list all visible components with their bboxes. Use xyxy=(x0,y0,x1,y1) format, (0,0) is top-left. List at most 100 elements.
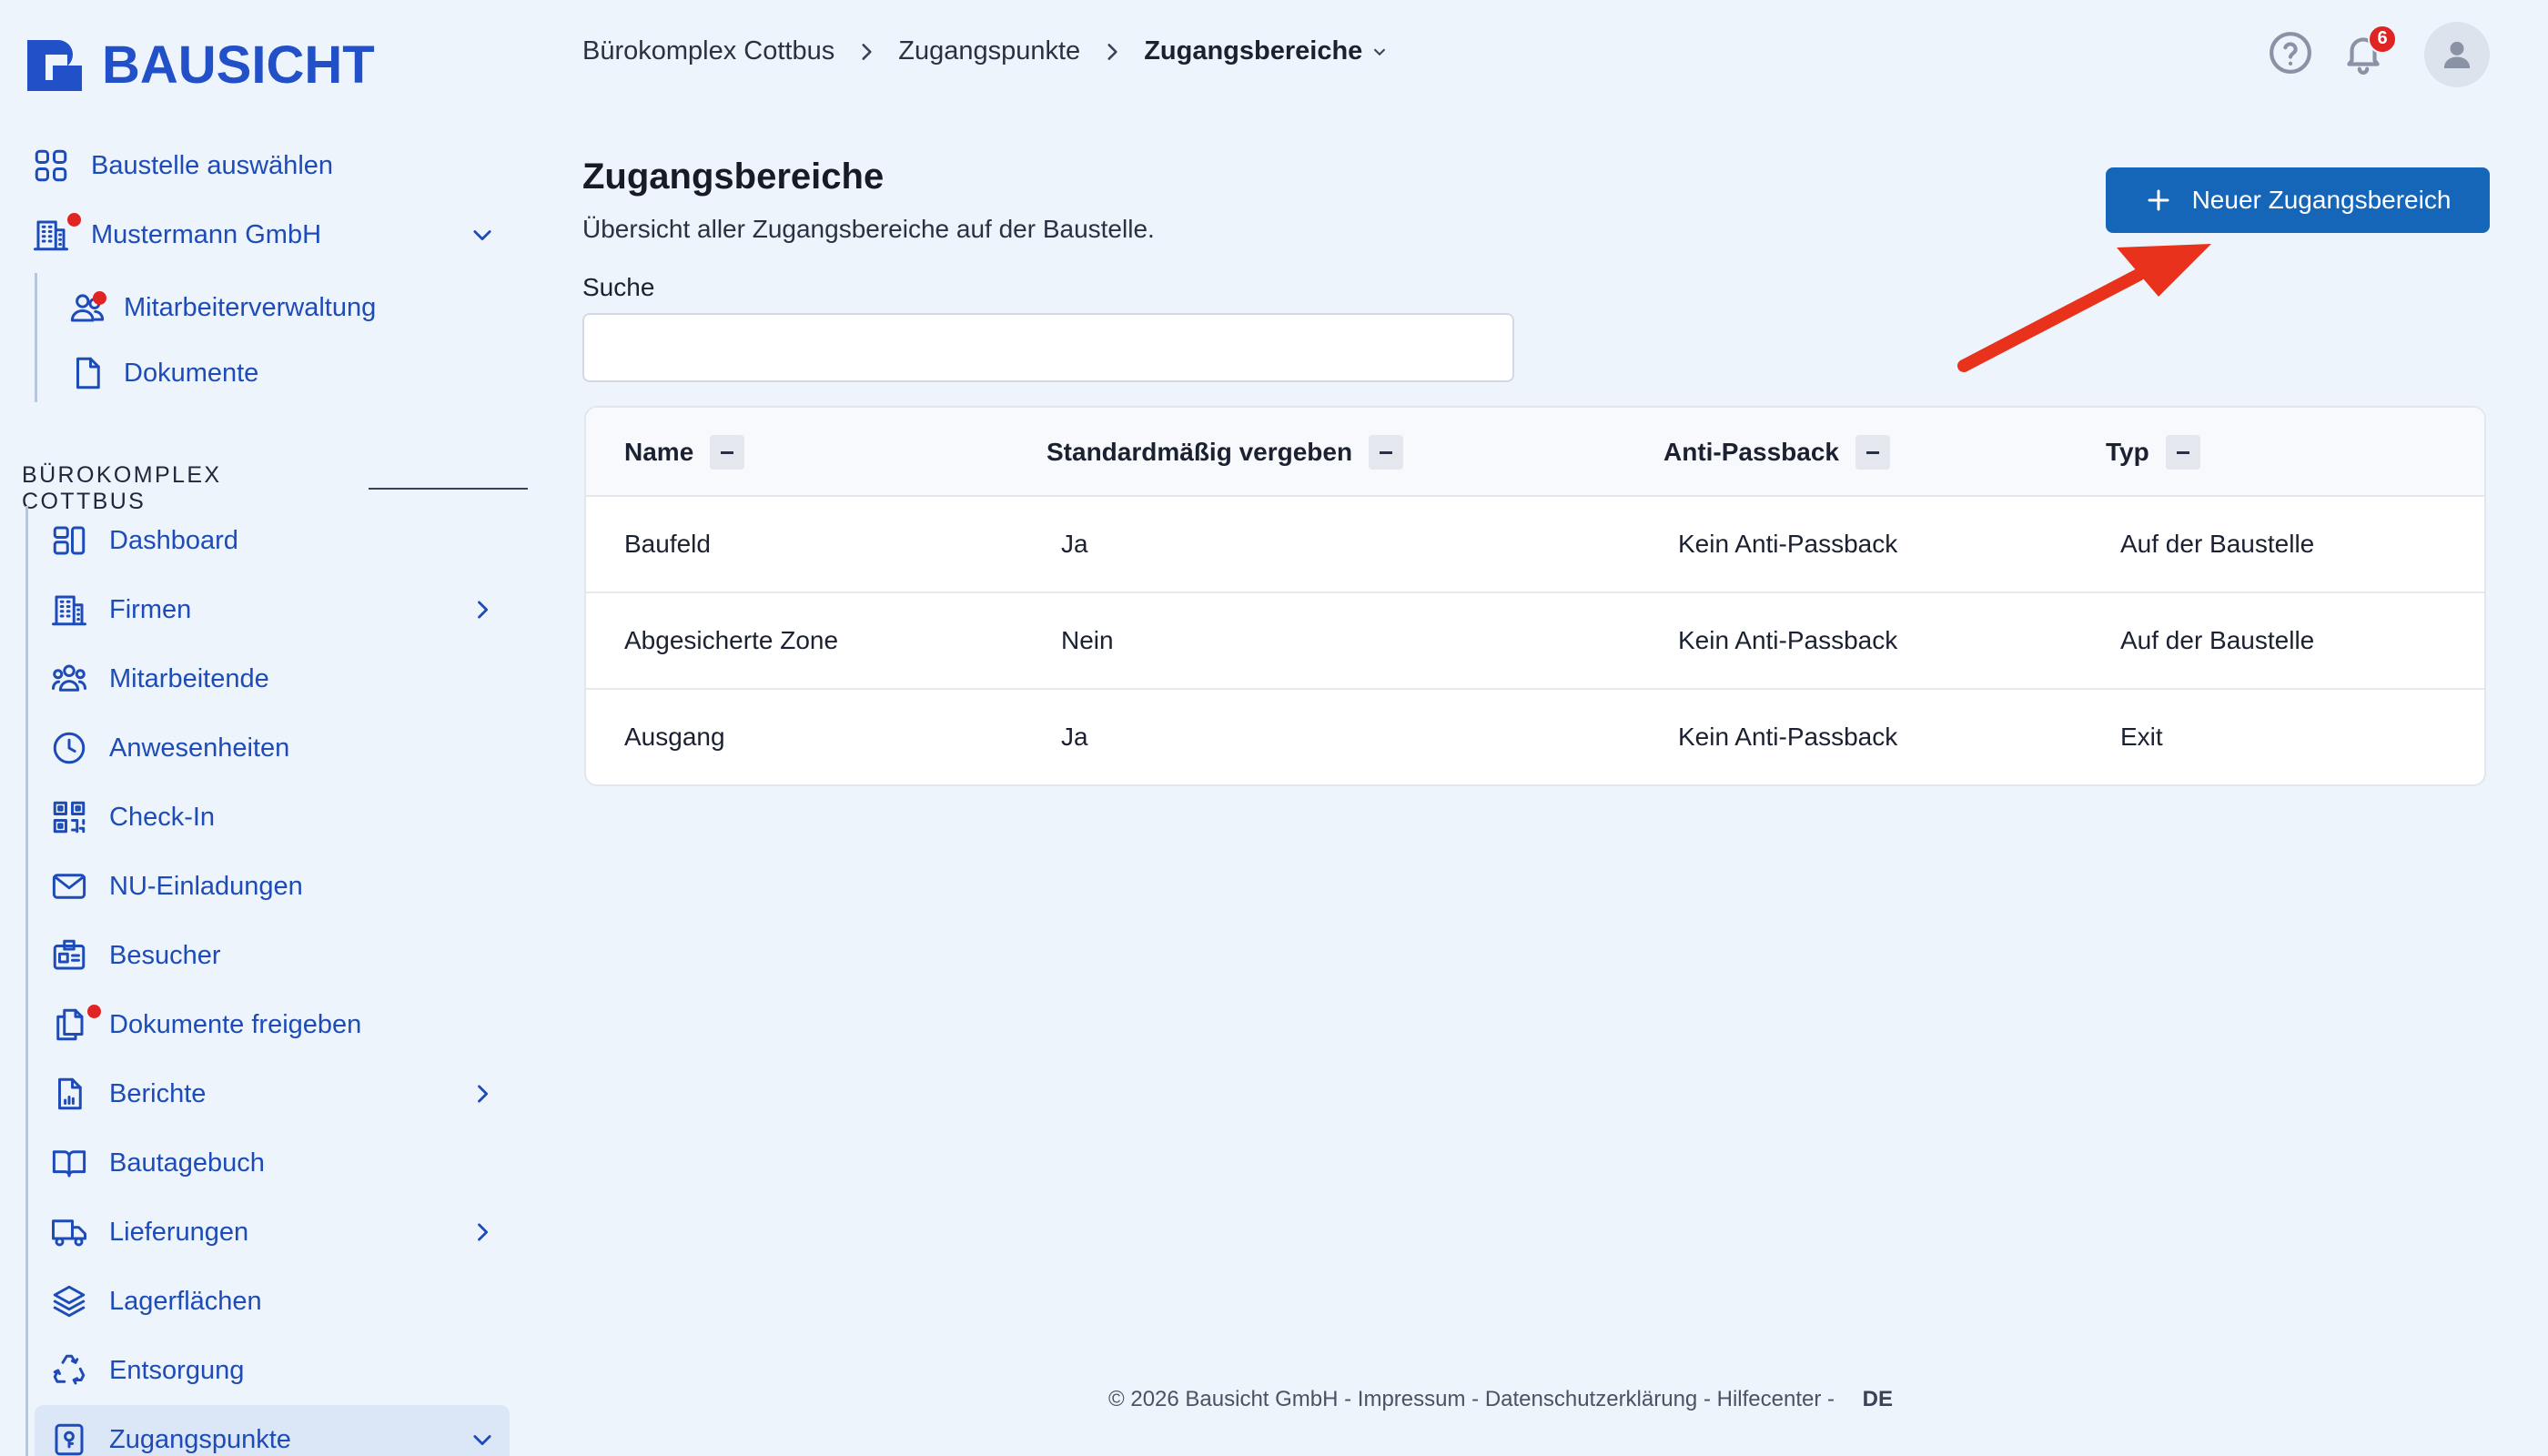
sidebar-item-label: Besucher xyxy=(109,940,221,970)
cell-anti-passback: Kein Anti-Passback xyxy=(1678,530,1898,558)
cell-name: Abgesicherte Zone xyxy=(624,626,839,654)
privacy-link[interactable]: Datenschutzerklärung xyxy=(1485,1387,1697,1412)
sidebar-item-select-site[interactable]: Baustelle auswählen xyxy=(31,136,495,195)
sidebar-item-mitarbeitende[interactable]: Mitarbeitende xyxy=(49,650,495,708)
cell-name: Baufeld xyxy=(624,530,711,558)
chevron-right-icon[interactable] xyxy=(470,597,495,622)
sidebar-item-label: NU-Einladungen xyxy=(109,871,303,901)
sidebar-item-label: Check-In xyxy=(109,802,216,832)
breadcrumb-access-points[interactable]: Zugangspunkte xyxy=(898,36,1080,66)
plus-icon xyxy=(2148,189,2169,211)
minus-icon xyxy=(2176,450,2189,454)
sidebar-item-besucher[interactable]: Besucher xyxy=(49,926,495,985)
sidebar-item-dokumente-freigeben[interactable]: Dokumente freigeben xyxy=(49,996,495,1054)
minus-icon xyxy=(721,450,734,454)
table-row[interactable]: Baufeld Ja Kein Anti-Passback Auf der Ba… xyxy=(586,497,2484,593)
minus-icon xyxy=(1866,450,1879,454)
sidebar-item-nu-einladungen[interactable]: NU-Einladungen xyxy=(49,857,495,915)
column-collapse-button[interactable] xyxy=(2165,435,2200,470)
truck-icon xyxy=(49,1212,89,1252)
sidebar-item-check-in[interactable]: Check-In xyxy=(49,788,495,846)
column-collapse-button[interactable] xyxy=(1855,435,1890,470)
sidebar-item-label: Bautagebuch xyxy=(109,1148,265,1178)
page-subtitle: Übersicht aller Zugangsbereiche auf der … xyxy=(582,215,1155,243)
sidebar-item-lagerflaechen[interactable]: Lagerflächen xyxy=(49,1272,495,1330)
sidebar-item-firmen[interactable]: Firmen xyxy=(49,581,495,639)
search-input[interactable] xyxy=(582,313,1514,382)
column-header-label: Name xyxy=(624,438,694,466)
chevron-right-icon[interactable] xyxy=(470,1081,495,1107)
column-collapse-button[interactable] xyxy=(1369,435,1404,470)
column-header-label: Anti-Passback xyxy=(1663,438,1839,466)
cell-type: Auf der Baustelle xyxy=(2120,626,2315,654)
breadcrumb-site[interactable]: Bürokomplex Cottbus xyxy=(582,36,834,66)
column-header-anti-passback: Anti-Passback xyxy=(1663,408,1890,497)
brand-name: BAUSICHT xyxy=(102,35,375,95)
notification-dot xyxy=(87,1005,101,1018)
dashboard-icon xyxy=(49,521,89,561)
chevron-right-icon xyxy=(854,40,878,64)
sidebar-item-documents[interactable]: Dokumente xyxy=(67,344,431,402)
sidebar-item-company[interactable]: Mustermann GmbH xyxy=(31,206,495,264)
breadcrumb-current[interactable]: Zugangsbereiche xyxy=(1144,36,1390,66)
submenu-line xyxy=(35,273,37,402)
sidebar-item-label: Lagerflächen xyxy=(109,1286,262,1316)
book-icon xyxy=(49,1143,89,1183)
report-icon xyxy=(49,1074,89,1114)
breadcrumb: Bürokomplex Cottbus Zugangspunkte Zugang… xyxy=(582,36,1390,66)
cell-name: Ausgang xyxy=(624,723,725,751)
sidebar-item-entsorgung[interactable]: Entsorgung xyxy=(49,1341,495,1400)
chevron-down-icon[interactable] xyxy=(470,1427,495,1452)
sidebar-item-bautagebuch[interactable]: Bautagebuch xyxy=(49,1134,495,1192)
sidebar-item-label: Mitarbeitende xyxy=(109,663,269,693)
chevron-right-icon[interactable] xyxy=(470,1219,495,1245)
user-icon xyxy=(2443,41,2471,68)
sidebar-item-zugangspunkte[interactable]: Zugangspunkte xyxy=(49,1410,495,1456)
table-row[interactable]: Abgesicherte Zone Nein Kein Anti-Passbac… xyxy=(586,593,2484,690)
qr-code-icon xyxy=(49,797,89,837)
notification-dot xyxy=(93,291,106,305)
cell-type: Exit xyxy=(2120,723,2163,751)
divider xyxy=(368,488,528,490)
sidebar-item-label: Anwesenheiten xyxy=(109,733,290,763)
language-switcher[interactable]: DE xyxy=(1863,1387,1893,1412)
search-label: Suche xyxy=(582,273,655,301)
grid-icon xyxy=(31,146,71,186)
column-header-name: Name xyxy=(624,408,745,497)
sidebar-item-dashboard[interactable]: Dashboard xyxy=(49,511,495,570)
new-access-area-button[interactable]: Neuer Zugangsbereich xyxy=(2106,167,2490,233)
section-line xyxy=(25,506,28,1456)
document-icon xyxy=(67,353,107,393)
sidebar-item-anwesenheiten[interactable]: Anwesenheiten xyxy=(49,719,495,777)
team-icon xyxy=(49,659,89,699)
access-areas-table: Name Standardmäßig vergeben Anti-Passbac… xyxy=(584,406,2486,786)
sidebar-item-lieferungen[interactable]: Lieferungen xyxy=(49,1203,495,1261)
column-header-default: Standardmäßig vergeben xyxy=(1046,408,1404,497)
clock-icon xyxy=(49,728,89,768)
sidebar-item-label: Zugangspunkte xyxy=(109,1424,291,1454)
cell-default: Ja xyxy=(1061,723,1088,751)
table-header: Name Standardmäßig vergeben Anti-Passbac… xyxy=(586,408,2484,497)
sidebar-item-label: Entsorgung xyxy=(109,1355,245,1385)
notification-bell-icon[interactable]: 6 xyxy=(2341,24,2397,80)
sidebar-item-label: Firmen xyxy=(109,594,192,624)
footer-separator: - xyxy=(1821,1387,1841,1411)
notification-count-badge: 6 xyxy=(2368,24,2397,54)
sidebar-item-employee-management[interactable]: Mitarbeiterverwaltung xyxy=(67,278,431,337)
sidebar-item-berichte[interactable]: Berichte xyxy=(49,1065,495,1123)
column-collapse-button[interactable] xyxy=(710,435,745,470)
avatar[interactable] xyxy=(2424,22,2490,87)
chevron-down-icon[interactable] xyxy=(470,222,495,248)
brand-logo[interactable]: BAUSICHT xyxy=(27,35,375,96)
id-badge-icon xyxy=(49,935,89,976)
sidebar-item-label: Baustelle auswählen xyxy=(91,150,334,180)
cell-type: Auf der Baustelle xyxy=(2120,530,2315,558)
imprint-link[interactable]: Impressum xyxy=(1358,1387,1466,1412)
footer-separator: - xyxy=(1697,1387,1717,1411)
recycle-icon xyxy=(49,1350,89,1390)
help-icon[interactable] xyxy=(2268,30,2313,80)
table-row[interactable]: Ausgang Ja Kein Anti-Passback Exit xyxy=(586,690,2484,784)
bausicht-logo-icon xyxy=(27,40,82,91)
sidebar-item-label: Mustermann GmbH xyxy=(91,219,322,249)
help-center-link[interactable]: Hilfecenter xyxy=(1717,1387,1822,1412)
